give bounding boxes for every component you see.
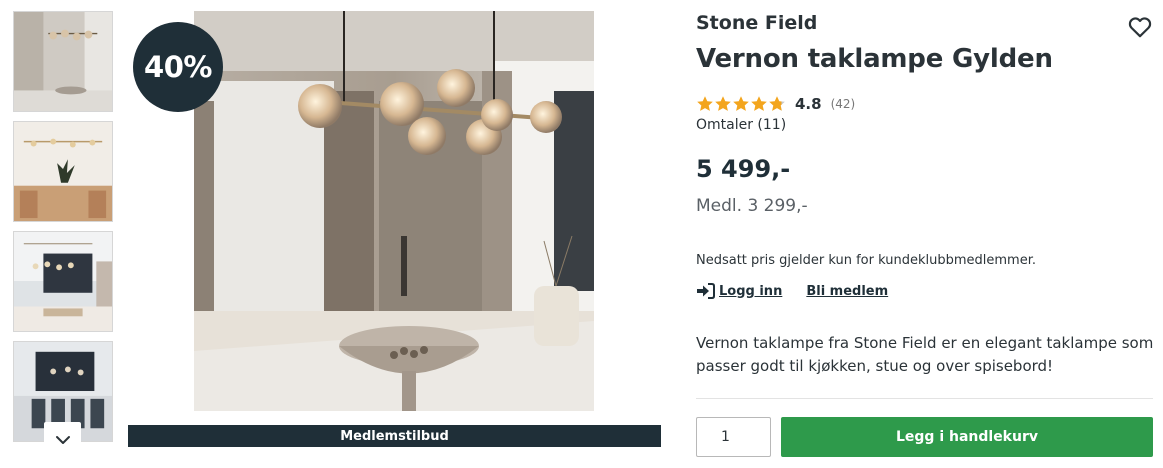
product-description: Vernon taklampe fra Stone Field er en el… <box>696 334 1154 375</box>
star-icon <box>769 96 785 111</box>
reviews-link[interactable]: Omtaler (11) <box>696 117 786 133</box>
rating-count: (42) <box>830 97 856 111</box>
star-icon <box>697 96 713 111</box>
discount-badge: 40% <box>133 22 223 112</box>
member-offer-banner: Medlemstilbud <box>128 425 661 447</box>
product-photo <box>194 11 594 411</box>
thumbnail-scroll-down-button[interactable] <box>44 422 81 457</box>
divider <box>696 398 1153 399</box>
quantity-input[interactable] <box>696 417 771 457</box>
join-link[interactable]: Bli medlem <box>806 284 888 299</box>
thumbnail-1[interactable] <box>13 11 113 112</box>
star-icon <box>751 96 767 111</box>
favorite-button[interactable] <box>1127 14 1153 40</box>
sign-in-icon <box>697 283 715 299</box>
main-product-image[interactable] <box>194 11 594 411</box>
member-price: Medl. 3 299,- <box>696 196 808 216</box>
star-icon <box>715 96 731 111</box>
star-icon <box>733 96 749 111</box>
chevron-down-icon <box>55 435 70 444</box>
rating-value: 4.8 <box>795 95 822 113</box>
brand-name[interactable]: Stone Field <box>696 12 817 34</box>
member-price-notice: Nedsatt pris gjelder kun for kundeklubbm… <box>696 253 1036 268</box>
thumbnail-gallery <box>13 11 113 457</box>
thumbnail-2[interactable] <box>13 121 113 222</box>
member-actions: Logg inn Bli medlem <box>696 283 888 299</box>
heart-outline-icon <box>1128 17 1152 38</box>
rating-summary[interactable]: 4.8 (42) <box>696 94 855 114</box>
login-label: Logg inn <box>719 283 783 299</box>
add-to-cart-button[interactable]: Legg i handlekurv <box>781 417 1153 457</box>
price: 5 499,- <box>696 155 791 183</box>
thumbnail-3[interactable] <box>13 231 113 332</box>
product-title: Vernon taklampe Gylden <box>696 44 1053 74</box>
star-rating <box>696 95 786 113</box>
login-link[interactable]: Logg inn <box>696 283 782 299</box>
